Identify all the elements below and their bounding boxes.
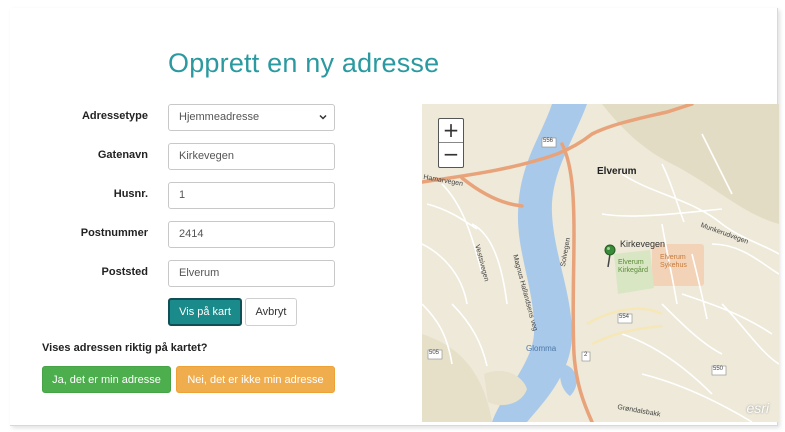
app-window: Opprett en ny adresse Adressetype Hjemme… [10,8,779,426]
road-shield-505: 505 [429,350,440,356]
city-label: Poststed [101,266,148,278]
map-label-town: Elverum [597,166,637,177]
confirm-yes-button[interactable]: Ja, det er min adresse [42,366,171,393]
esri-attribution-logo: esri [746,400,769,416]
road-shield-550: 550 [713,366,724,372]
road-shield-554: 554 [619,314,630,320]
map-view[interactable]: 556 554 505 2 550 Elverum Kirkevegen Elv… [422,104,779,422]
confirm-no-button[interactable]: Nei, det er ikke min adresse [176,366,335,393]
map-label-kirkevegen: Kirkevegen [620,239,666,249]
road-shield-556: 556 [543,138,554,144]
zoom-control: + − [438,118,464,168]
confirm-question: Vises adressen riktig på kartet? [42,342,208,354]
map-label-river: Glomma [526,344,557,353]
address-type-value: Hjemmeadresse [179,111,260,123]
postal-code-label: Postnummer [80,227,148,239]
address-type-label: Adressetype [81,110,148,122]
street-label: Gatenavn [97,149,148,161]
address-type-select[interactable]: Hjemmeadresse [168,104,335,131]
zoom-in-button[interactable]: + [439,119,463,143]
cancel-button[interactable]: Avbryt [245,298,297,326]
postal-code-input[interactable]: 2414 [168,221,335,248]
house-number-input[interactable]: 1 [168,182,335,209]
page-title: Opprett en ny adresse [168,48,440,78]
road-shield-2: 2 [584,352,588,358]
map-basemap [422,104,779,422]
city-input[interactable]: Elverum [168,260,335,287]
house-number-label: Husnr. [113,188,148,200]
street-row: Gatenavn Kirkevegen [10,143,410,171]
show-on-map-button[interactable]: Vis på kart [168,298,242,326]
city-row: Poststed Elverum [10,260,410,288]
street-input[interactable]: Kirkevegen [168,143,335,170]
postal-code-row: Postnummer 2414 [10,221,410,249]
zoom-out-button[interactable]: − [439,143,463,167]
map-label-kirkegard: Elverum Kirkegård [618,259,648,274]
map-label-sykehus: Elverum Sykehus [660,254,687,269]
chevron-down-icon [319,114,327,120]
address-type-row: Adressetype Hjemmeadresse [10,104,410,132]
house-number-row: Husnr. 1 [10,182,410,210]
